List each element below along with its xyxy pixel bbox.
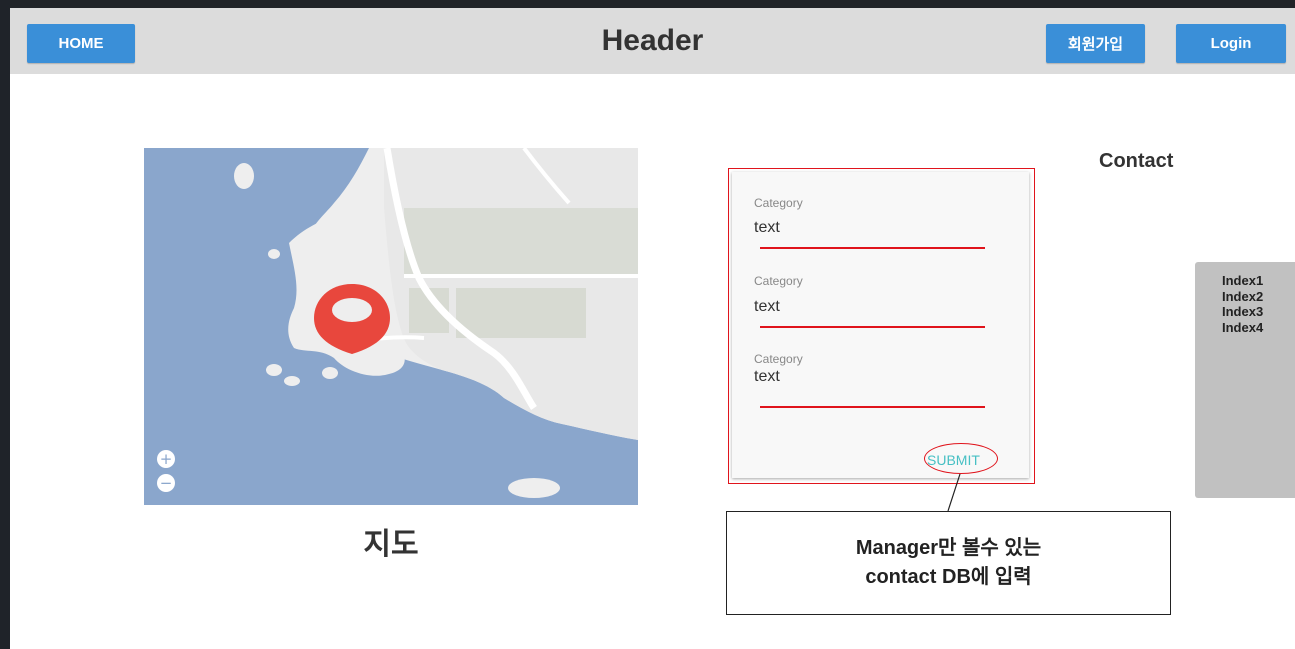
note-line: Manager만 볼수 있는	[855, 537, 1042, 559]
index-list: Index1 Index2 Index3 Index4	[1195, 262, 1295, 335]
note-line: contact DB에 입력	[865, 566, 1032, 588]
index-item[interactable]: Index2	[1195, 289, 1295, 305]
index-item[interactable]: Index1	[1195, 273, 1295, 289]
index-panel: Index1 Index2 Index3 Index4	[1195, 262, 1295, 498]
contact-title: Contact	[1099, 150, 1174, 172]
page-canvas: HOME Header 회원가입 Login + − 지도 Category t…	[10, 0, 1295, 649]
index-item[interactable]: Index3	[1195, 304, 1295, 320]
annotation-note: Manager만 볼수 있는 contact DB에 입력	[726, 511, 1171, 615]
index-item[interactable]: Index4	[1195, 320, 1295, 336]
